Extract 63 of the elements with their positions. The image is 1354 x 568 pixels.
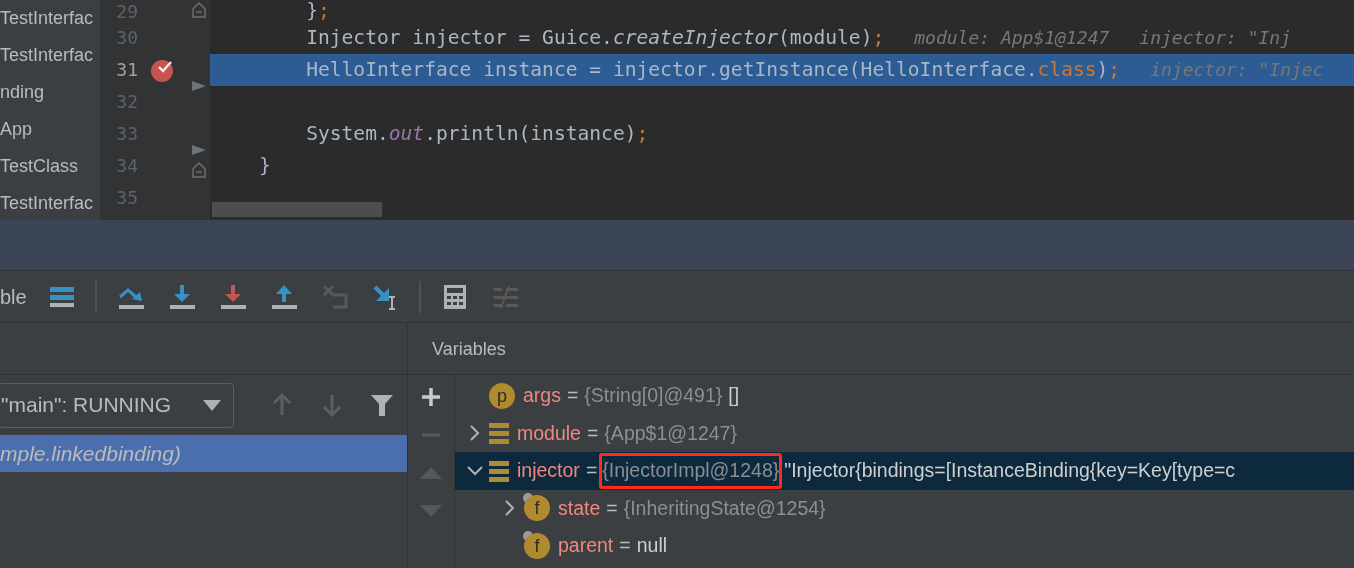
tree-item[interactable]: TestInterfac	[0, 37, 100, 74]
tree-item[interactable]: TestInterfac	[0, 0, 100, 37]
variable-row[interactable]: f state = {InheritingState@1254}	[455, 489, 1354, 527]
dropdown-caret-icon	[202, 399, 221, 411]
fold-icon[interactable]	[192, 2, 206, 18]
equals-sign: =	[606, 498, 618, 518]
field-icon: f	[524, 532, 550, 559]
step-into-icon	[167, 282, 196, 311]
equals-sign: =	[566, 386, 579, 406]
object-icon	[489, 422, 509, 445]
force-step-into-icon	[218, 282, 247, 311]
code-line: }	[259, 155, 271, 177]
arrow-up-icon	[271, 393, 294, 417]
inlay-hint: injector: "Injec	[1150, 60, 1324, 80]
drop-frame-icon	[320, 282, 349, 311]
variable-value: {InheritingState@1254}	[623, 498, 826, 518]
tree-item[interactable]: nding	[0, 74, 100, 111]
parameter-icon: p	[489, 382, 515, 409]
selected-row-highlight[interactable]: injector = {InjectorImpl@1248} "Injector{bindings=[InstanceBinding{key=Key[type=c	[455, 452, 1354, 490]
filter-icon	[371, 393, 393, 417]
breakpoint-icon[interactable]	[150, 57, 176, 83]
horizontal-scrollbar[interactable]	[212, 202, 382, 217]
object-icon	[489, 459, 509, 482]
variable-value: {InjectorImpl@1248}	[602, 459, 780, 481]
minus-icon	[421, 432, 441, 438]
variable-value: {String[0]@491}	[584, 386, 723, 406]
plus-icon	[421, 387, 441, 407]
equals-sign: =	[586, 423, 599, 443]
variable-name: module	[517, 423, 581, 443]
triangle-up-icon	[420, 467, 442, 479]
triangle-down-icon	[420, 505, 442, 517]
tab-label[interactable]: ble	[0, 281, 36, 312]
chevron-right-icon[interactable]	[505, 500, 515, 517]
thread-dropdown[interactable]: "main": RUNNING	[0, 382, 234, 428]
tree-item[interactable]: TestClass	[0, 148, 100, 185]
line-number: 31	[115, 60, 138, 80]
code-line: };	[305, 0, 330, 22]
tree-item[interactable]: TestInterfac	[0, 185, 100, 222]
variable-value: null	[636, 536, 668, 556]
inlay-hint: module: App$1@1247	[914, 28, 1110, 48]
fold-icon[interactable]	[192, 162, 206, 178]
code-line: System.out.println(instance);	[305, 123, 649, 145]
tree-item[interactable]: App	[0, 111, 100, 148]
variable-detail: []	[728, 386, 740, 406]
variable-name: args	[523, 386, 561, 406]
variable-name: injector	[517, 461, 580, 481]
variables-title: Variables	[431, 338, 506, 361]
variable-value: {App$1@1247}	[604, 423, 737, 443]
variable-name: parent	[558, 536, 614, 556]
equals-sign: =	[619, 536, 631, 556]
variable-name: state	[558, 498, 601, 518]
variable-row[interactable]: f parent = null	[455, 527, 1354, 565]
variable-detail: "Injector{bindings=[InstanceBinding{key=Key[type=c	[784, 461, 1236, 481]
equals-sign: =	[585, 461, 598, 481]
chevron-down-icon[interactable]	[467, 465, 483, 476]
code-line: Injector injector = Guice.createInjector(module);	[305, 27, 885, 49]
field-icon: f	[524, 495, 550, 522]
code-line: HelloInterface instance = injector.getInstance(HelloInterface.class);	[305, 59, 1121, 81]
chevron-right-icon[interactable]	[470, 425, 480, 442]
arrow-down-icon	[321, 393, 343, 417]
variable-row[interactable]: p args = {String[0]@491} []	[455, 377, 1354, 415]
variable-row[interactable]: module = {App$1@1247}	[455, 414, 1354, 452]
inlay-hint: injector: "Inj	[1139, 28, 1292, 48]
